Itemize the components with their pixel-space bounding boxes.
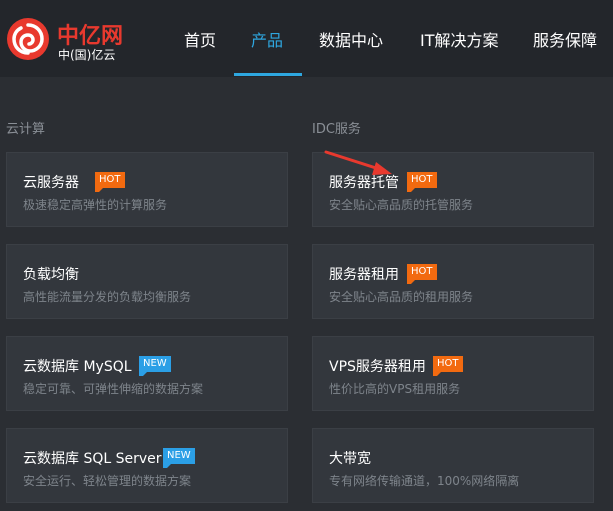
nav-active-indicator (234, 73, 302, 76)
hot-badge: HOT (407, 264, 437, 284)
page: 中亿网 中(国)亿云 首页 产品 数据中心 IT解决方案 服务保障 云计算 云服… (0, 0, 613, 511)
card-desc: 安全运行、轻松管理的数据方案 (23, 474, 192, 488)
card-desc: 极速稳定高弹性的计算服务 (23, 198, 168, 212)
hot-badge: HOT (407, 172, 437, 192)
new-badge: NEW (139, 356, 171, 376)
nav-item-home[interactable]: 首页 (184, 27, 216, 51)
card-cloud-db-sqlserver[interactable]: 云数据库 SQL Server NEW 安全运行、轻松管理的数据方案 (6, 428, 288, 503)
card-desc: 安全贴心高品质的托管服务 (329, 198, 474, 212)
section-title-idc: IDC服务 (312, 122, 361, 137)
card-title: 负载均衡 (23, 267, 79, 283)
card-server-rental[interactable]: 服务器租用 HOT 安全贴心高品质的租用服务 (312, 244, 594, 319)
card-desc: 高性能流量分发的负载均衡服务 (23, 290, 192, 304)
nav-item-service-guarantee[interactable]: 服务保障 (533, 27, 597, 51)
card-desc: 安全贴心高品质的租用服务 (329, 290, 474, 304)
card-title: 云数据库 MySQL (23, 359, 132, 375)
card-cloud-db-mysql[interactable]: 云数据库 MySQL NEW 稳定可靠、可弹性伸缩的数据方案 (6, 336, 288, 411)
card-title: VPS服务器租用 (329, 359, 426, 375)
main-nav: 首页 产品 数据中心 IT解决方案 服务保障 (0, 0, 613, 77)
card-vps-rental[interactable]: VPS服务器租用 HOT 性价比高的VPS租用服务 (312, 336, 594, 411)
card-desc: 专有网络传输通道，100%网络隔离 (329, 474, 520, 488)
nav-item-data-center[interactable]: 数据中心 (319, 27, 383, 51)
new-badge: NEW (163, 448, 195, 468)
card-cloud-server[interactable]: 云服务器 HOT 极速稳定高弹性的计算服务 (6, 152, 288, 227)
section-title-cloud: 云计算 (6, 122, 46, 137)
card-title: 云服务器 (23, 175, 79, 191)
hot-badge: HOT (433, 356, 463, 376)
header: 中亿网 中(国)亿云 首页 产品 数据中心 IT解决方案 服务保障 (0, 0, 613, 77)
card-desc: 性价比高的VPS租用服务 (329, 382, 461, 396)
nav-item-it-solutions[interactable]: IT解决方案 (420, 27, 499, 51)
nav-item-products[interactable]: 产品 (251, 27, 283, 51)
annotation-arrow-icon (324, 150, 392, 175)
card-title: 服务器租用 (329, 267, 399, 283)
hot-badge: HOT (95, 172, 125, 192)
card-large-bandwidth[interactable]: 大带宽 专有网络传输通道，100%网络隔离 (312, 428, 594, 503)
card-load-balancer[interactable]: 负载均衡 高性能流量分发的负载均衡服务 (6, 244, 288, 319)
card-title: 大带宽 (329, 451, 371, 467)
card-desc: 稳定可靠、可弹性伸缩的数据方案 (23, 382, 204, 396)
card-title: 云数据库 SQL Server (23, 451, 162, 467)
